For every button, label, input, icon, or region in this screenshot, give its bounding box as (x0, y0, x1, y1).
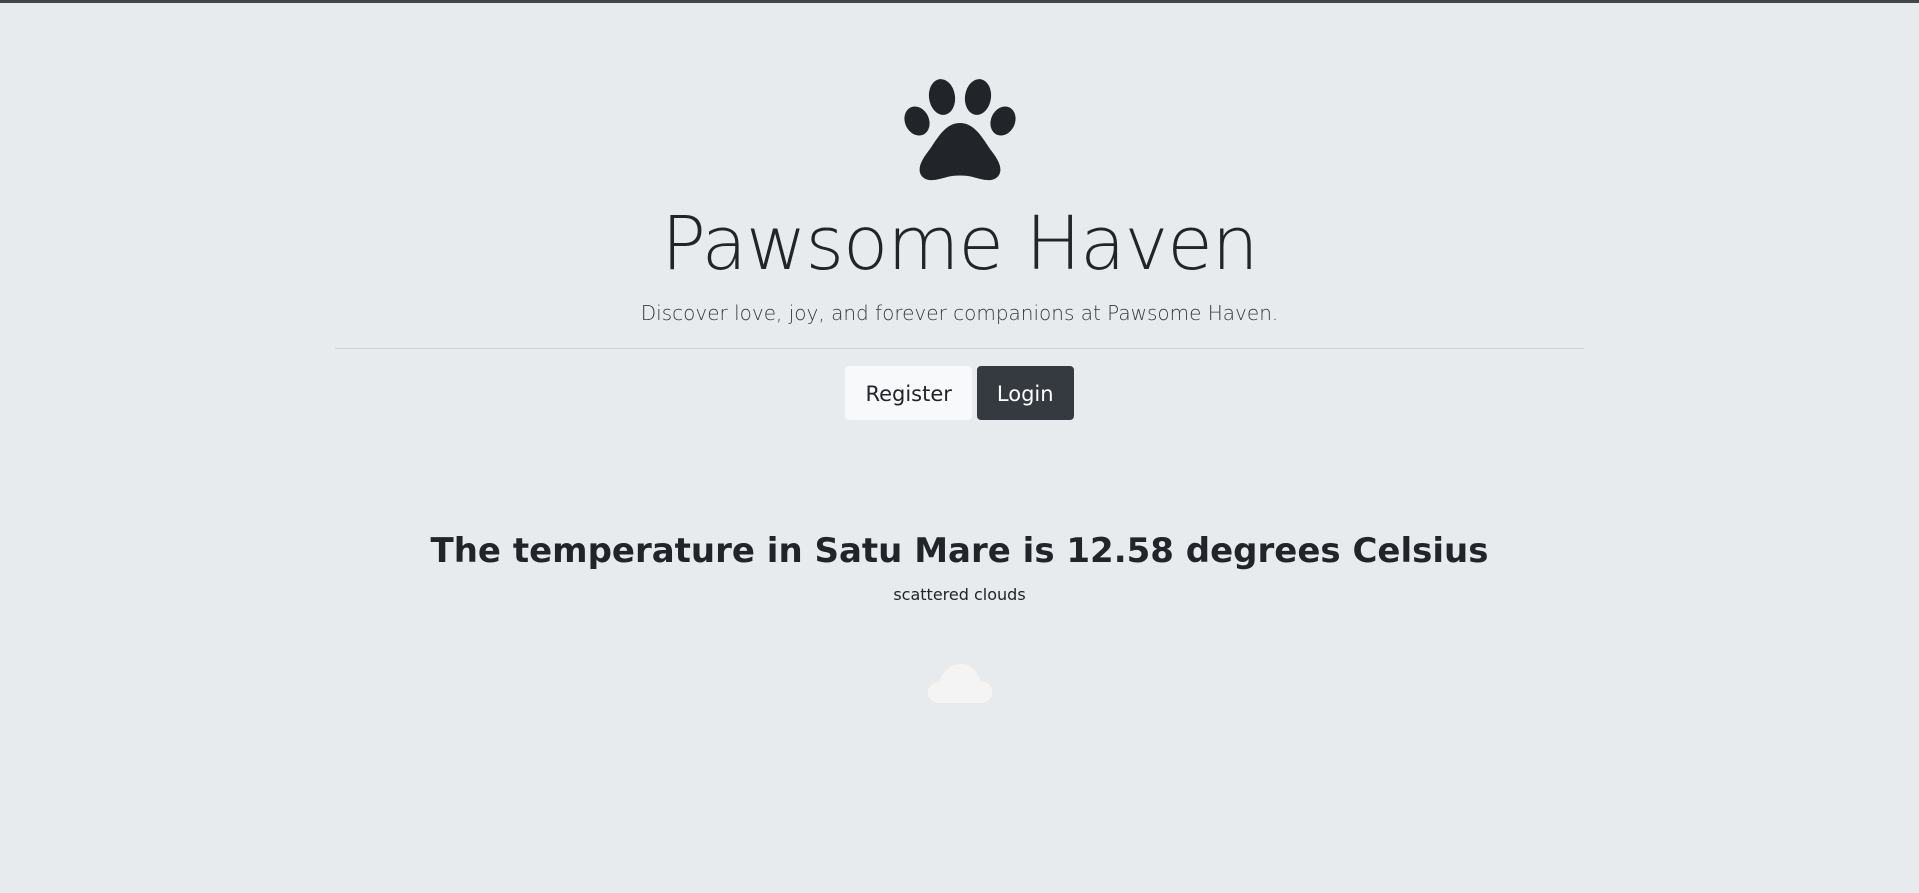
weather-description: scattered clouds (893, 585, 1026, 604)
page-title: Pawsome Haven (661, 201, 1258, 287)
auth-actions: Register Login (0, 366, 1919, 420)
paw-icon (903, 79, 1016, 181)
tagline: Discover love, joy, and forever companio… (640, 301, 1279, 325)
register-button[interactable]: Register (845, 366, 972, 420)
login-button[interactable]: Login (976, 366, 1074, 420)
divider (335, 348, 1584, 349)
cloud-icon (927, 664, 992, 703)
paw-logo (0, 79, 1919, 183)
weather-heading: The temperature in Satu Mare is 12.58 de… (430, 531, 1489, 571)
weather-icon (0, 659, 1919, 705)
